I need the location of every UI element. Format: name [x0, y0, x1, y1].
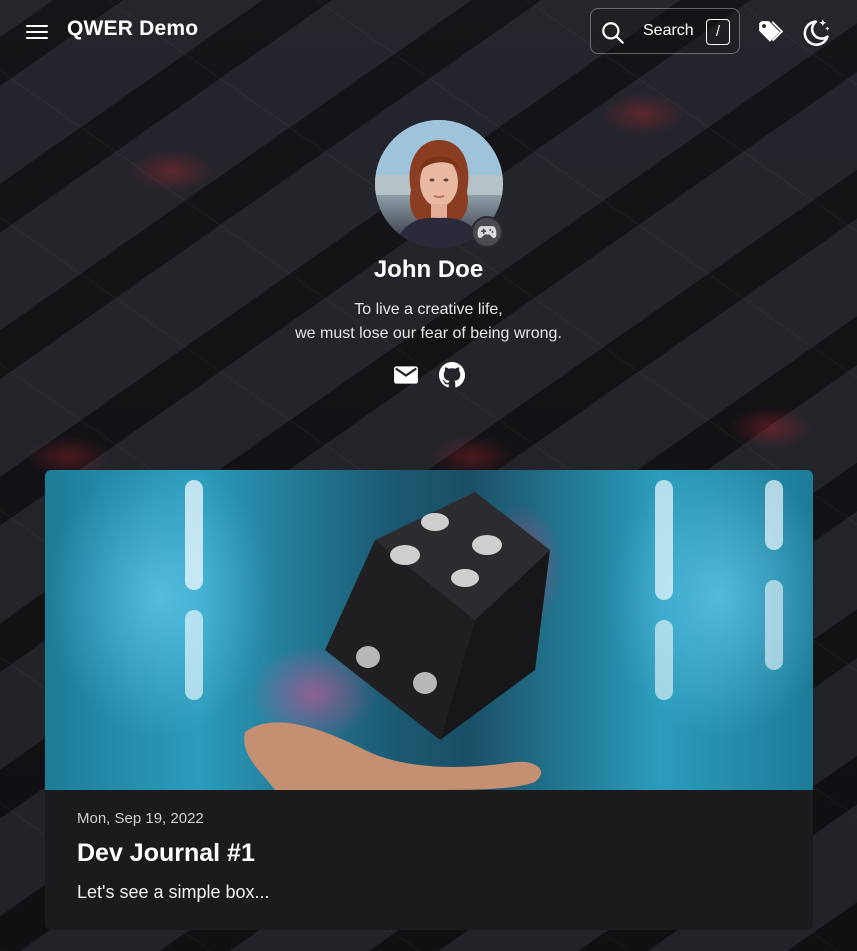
site-title[interactable]: QWER Demo: [67, 17, 198, 41]
tag-icon[interactable]: [757, 19, 784, 49]
bio-line: we must lose our fear of being wrong.: [295, 325, 562, 342]
search-button[interactable]: Search /: [590, 8, 740, 54]
status-badge: [471, 216, 503, 248]
github-icon[interactable]: [438, 362, 465, 388]
profile-avatar-container: [375, 120, 503, 248]
search-shortcut-key: /: [706, 19, 730, 45]
hamburger-menu-icon[interactable]: [26, 22, 48, 42]
gamepad-icon: [477, 226, 497, 239]
post-date: Mon, Sep 19, 2022: [77, 810, 204, 827]
top-navbar: QWER Demo Search /: [0, 0, 857, 64]
email-icon[interactable]: [393, 362, 419, 388]
bio-line: To live a creative life,: [354, 301, 503, 318]
profile-bio: To live a creative life, we must lose ou…: [0, 298, 857, 346]
post-card[interactable]: Mon, Sep 19, 2022 Dev Journal #1 Let's s…: [45, 470, 813, 930]
social-links: [0, 362, 857, 388]
post-cover-image: [45, 470, 813, 790]
profile-name: John Doe: [373, 256, 484, 283]
post-excerpt: Let's see a simple box...: [77, 882, 270, 902]
search-label: Search: [643, 22, 694, 39]
moon-stars-icon[interactable]: [803, 17, 831, 51]
post-title[interactable]: Dev Journal #1: [77, 839, 781, 868]
search-icon: [602, 22, 624, 44]
